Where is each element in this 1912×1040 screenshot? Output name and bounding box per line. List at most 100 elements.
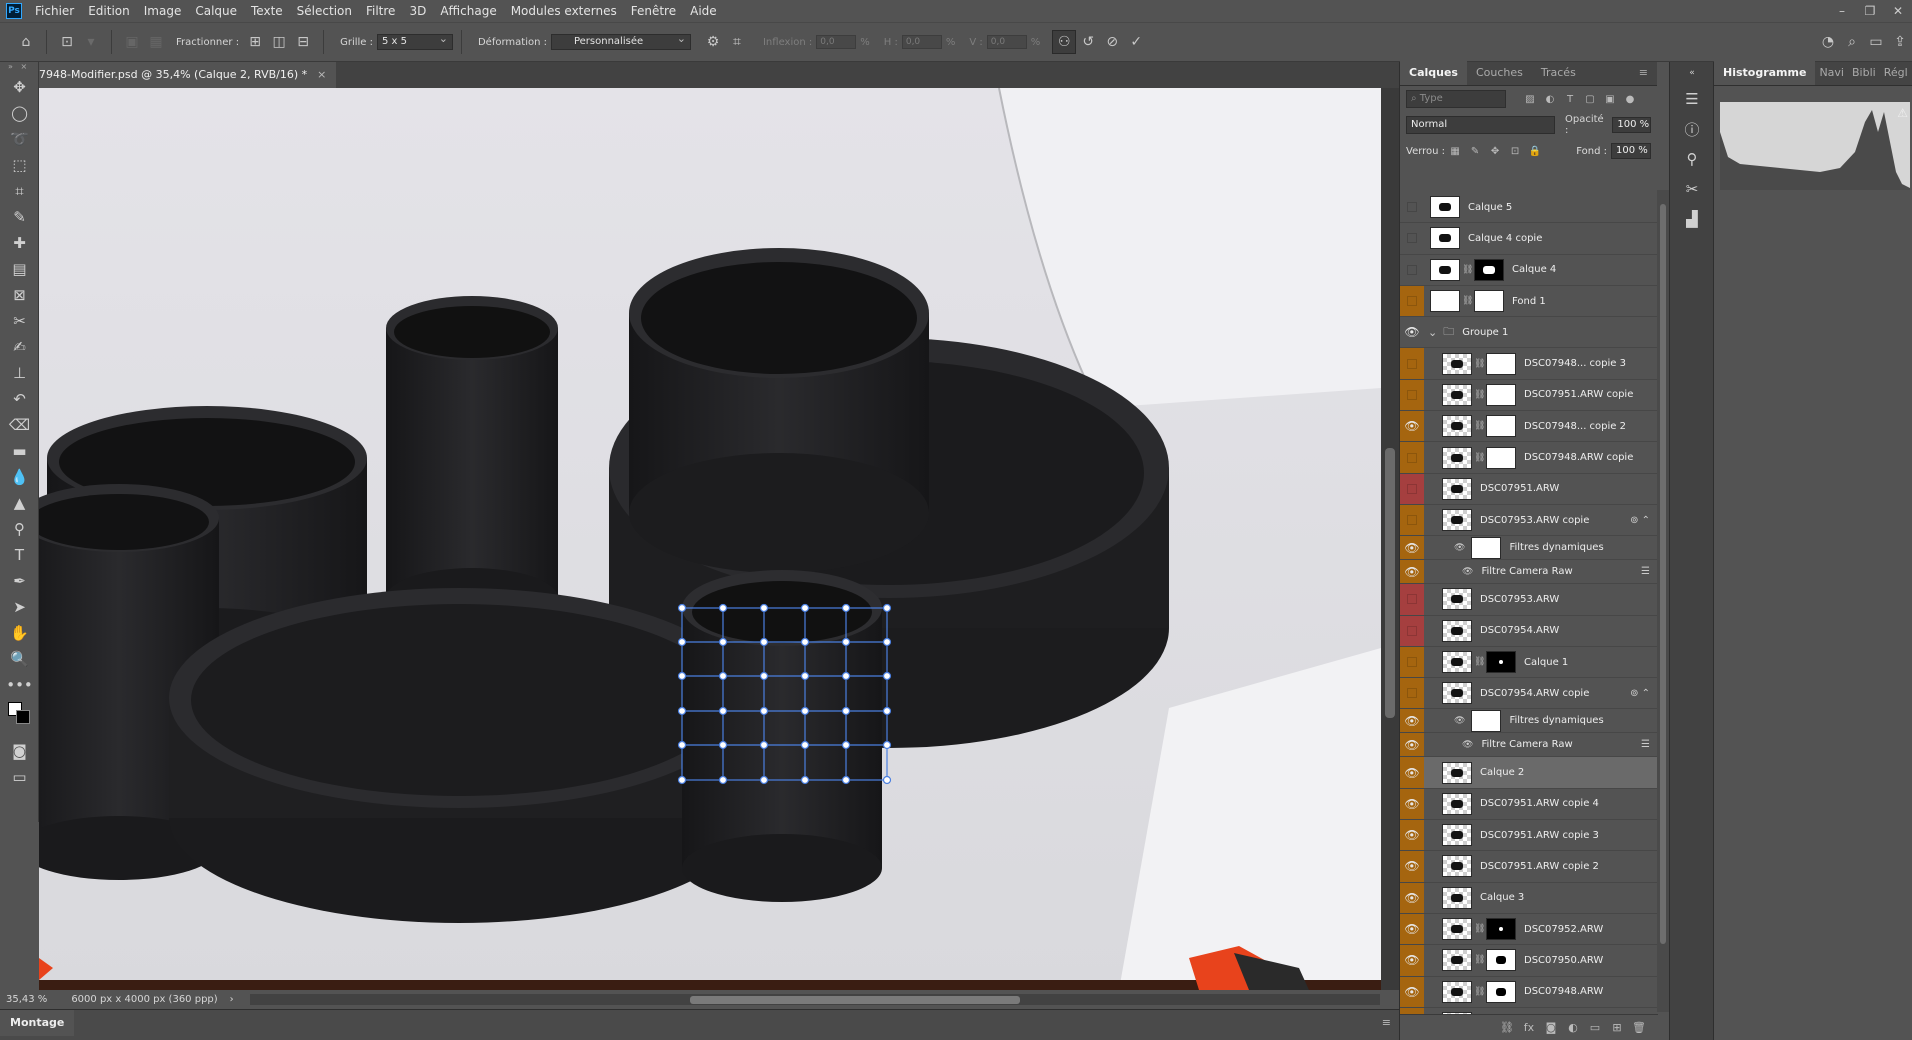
tab-traces[interactable]: Tracés [1532,61,1585,85]
visibility-toggle[interactable] [1400,504,1424,536]
layer-row[interactable]: DSC07953.ARW [1400,584,1658,616]
visibility-toggle[interactable] [1400,473,1424,504]
layer-row[interactable]: 👁 ⛓ DSC07948... copie 2 [1400,411,1658,443]
tab-bibliotheques[interactable]: Bibli [1848,61,1880,85]
layer-name[interactable]: Filtre Camera Raw [1481,566,1572,577]
layer-name[interactable]: Groupe 1 [1462,327,1508,338]
vertical-scroll-thumb[interactable] [1385,448,1395,718]
warp-control-point[interactable] [718,775,728,785]
smart-filter-icon[interactable]: ⊚ ⌃ [1630,688,1650,699]
filter-options-icon[interactable]: ☰ [1641,566,1650,577]
share-icon[interactable]: ⇪ [1888,30,1912,54]
fill-input[interactable]: 100 % [1611,143,1651,159]
document-canvas[interactable] [39,88,1381,990]
eye-icon[interactable]: 👁 [1400,851,1424,882]
smart-filter-icon[interactable]: ⊚ ⌃ [1630,515,1650,526]
link-icon[interactable]: ⛓ [1474,657,1485,667]
menu-fichier[interactable]: Fichier [28,0,81,22]
chevron-down-icon[interactable]: ⌄ [1428,326,1437,339]
visibility-toggle[interactable] [1400,379,1424,411]
split-vertical-icon[interactable]: ◫ [267,30,291,54]
layer-name[interactable]: Calque 4 copie [1468,233,1542,244]
layer-row[interactable]: 👁 DSC07951.ARW copie 3 [1400,820,1658,852]
eye-icon[interactable]: 👁 [1400,560,1424,584]
visibility-toggle[interactable] [1400,348,1424,379]
layer-thumbnail[interactable] [1430,290,1460,313]
link-icon[interactable]: ⛓ [1462,265,1473,275]
layer-thumbnail[interactable] [1442,383,1472,406]
warp-control-point[interactable] [800,671,810,681]
more-tools-icon[interactable]: ••• [0,672,39,698]
path-selection-icon[interactable]: ➤ [0,594,39,620]
layer-row[interactable]: ⛓ DSC07951.ARW copie [1400,379,1658,412]
menu-affichage[interactable]: Affichage [433,0,503,22]
menu-calque[interactable]: Calque [188,0,244,22]
layer-mask-thumbnail[interactable] [1486,415,1516,438]
eye-icon[interactable]: 👁 [1462,567,1473,577]
warp-control-point[interactable] [718,637,728,647]
close-icon[interactable]: × [317,62,326,88]
menu-selection[interactable]: Sélection [290,0,359,22]
eye-icon[interactable]: 👁 [1400,976,1424,1007]
warp-orientation-icon[interactable]: ⌗ [725,30,749,54]
filter-options-icon[interactable]: ☰ [1641,739,1650,750]
layer-row[interactable]: ⛓ Calque 4 [1400,255,1658,286]
layer-name[interactable]: Calque 4 [1512,264,1556,275]
layer-row[interactable]: Calque 4 copie [1400,223,1658,255]
commit-check-icon[interactable]: ✓ [1124,30,1148,54]
warp-control-point[interactable] [677,706,687,716]
move-tool-icon[interactable]: ✥ [0,74,39,100]
layer-thumbnail[interactable] [1442,477,1472,500]
layer-name[interactable]: Calque 5 [1468,202,1512,213]
link-icon[interactable]: ⛓ [1474,955,1485,965]
layer-row[interactable]: DSC07954.ARW copie ⊚ ⌃ [1400,678,1658,710]
warp-control-point[interactable] [759,706,769,716]
healing-brush-icon[interactable]: ✚ [0,230,39,256]
delete-layer-icon[interactable]: 🗑 [1628,1021,1650,1034]
visibility-toggle[interactable] [1400,678,1424,709]
layer-thumbnail[interactable] [1430,196,1460,219]
layer-name[interactable]: Calque 3 [1480,892,1524,903]
filter-smart-icon[interactable]: ▣ [1600,94,1620,105]
visibility-toggle[interactable] [1400,223,1424,253]
eye-icon[interactable]: 👁 [1454,716,1465,726]
layer-name[interactable]: DSC07948... copie 3 [1524,358,1626,369]
new-group-icon[interactable]: ▭ [1584,1021,1606,1034]
type-icon[interactable]: T [0,542,39,568]
layer-row[interactable]: 👁 👁 Filtres dynamiques [1400,709,1658,734]
background-color[interactable] [16,710,30,724]
vertical-scrollbar[interactable] [1381,88,1399,990]
menu-edition[interactable]: Edition [81,0,137,22]
layer-mask-thumbnail[interactable] [1474,258,1504,281]
link-icon[interactable]: ⛓ [1474,359,1485,369]
clone-source-icon[interactable]: ▟ [1670,204,1714,234]
visibility-toggle[interactable] [1400,646,1424,678]
puppet-warp-toggle-icon[interactable]: ⚇ [1052,30,1077,54]
layer-row[interactable]: ⛓ Fond 1 [1400,285,1658,318]
warp-control-point[interactable] [841,671,851,681]
warp-control-point[interactable] [759,775,769,785]
split-cross-icon[interactable]: ⊞ [243,30,267,54]
grille-select[interactable]: 5 x 5 [376,32,453,50]
tab-navigation[interactable]: Navi [1815,61,1848,85]
layer-name[interactable]: DSC07951.ARW copie 4 [1480,798,1599,809]
layer-row[interactable]: DSC07953.ARW copie ⊚ ⌃ [1400,504,1658,537]
layer-thumbnail[interactable] [1471,709,1502,732]
tab-reglages[interactable]: Régl [1880,61,1912,85]
workspace-icon[interactable]: ▭ [1864,30,1888,54]
filter-pixel-icon[interactable]: ▨ [1520,94,1540,105]
layer-thumbnail[interactable] [1430,258,1460,281]
layer-thumbnail[interactable] [1442,824,1472,847]
visibility-toggle[interactable] [1400,255,1424,285]
status-arrow-icon[interactable]: › [230,994,234,1005]
frame-icon[interactable]: ⊠ [0,282,39,308]
close-icon[interactable]: ✕ [1884,0,1912,22]
warp-control-point[interactable] [677,637,687,647]
add-mask-icon[interactable]: ◙ [1540,1021,1562,1034]
warp-control-point[interactable] [841,603,851,613]
dodge-icon[interactable]: ⚲ [0,516,39,542]
layer-style-icon[interactable]: fx [1518,1021,1540,1034]
photoshop-logo[interactable]: Ps [6,3,22,19]
eye-icon[interactable]: 👁 [1400,820,1424,851]
tab-histogramme[interactable]: Histogramme [1714,61,1816,85]
